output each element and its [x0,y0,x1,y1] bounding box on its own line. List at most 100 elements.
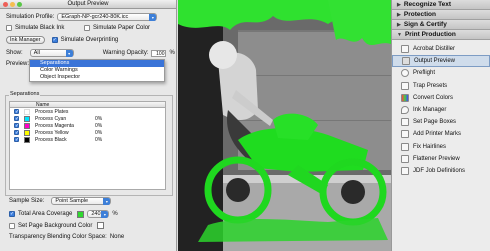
plate-checkbox[interactable] [14,116,19,122]
section-protection[interactable]: ▶ Protection [392,10,490,20]
preview-label: Preview: [6,61,30,67]
tool-convert-colors[interactable]: Convert Colors [392,92,490,104]
section-recognize-text[interactable]: ▶ Recognize Text [392,0,490,10]
chevron-down-icon: ▾ [103,198,111,205]
separations-label: Separations [9,91,41,97]
chevron-down-icon: ▾ [101,211,109,218]
chevron-down-icon: ▾ [65,50,73,57]
output-preview-icon [402,57,410,66]
set-page-bg-checkbox[interactable] [9,222,15,229]
tool-label: Set Page Boxes [413,119,457,126]
simulate-overprinting-label: Simulate Overprinting [60,37,119,43]
sample-size-label: Sample Size: [9,198,45,204]
chevron-down-icon: ▾ [149,14,157,21]
total-area-coverage-label: Total Area Coverage [18,211,73,217]
plate-name: Process Plates [35,108,69,115]
plate-swatch [24,122,30,129]
simulate-paper-color-checkbox[interactable] [84,25,90,31]
tool-label: Ink Manager [413,107,447,114]
ink-manager-icon [401,106,409,115]
distiller-icon [401,45,409,54]
plate-value: 0% [95,115,103,122]
plate-swatch [24,108,30,115]
tool-set-page-boxes[interactable]: Set Page Boxes [392,116,490,128]
separations-list[interactable]: Name Process Plates Process Cyan 0% Proc… [9,101,166,190]
simulate-paper-color-label: Simulate Paper Color [93,25,151,31]
tool-fix-hairlines[interactable]: Fix Hairlines [392,141,490,153]
warning-opacity-input[interactable]: 100 [151,49,167,57]
preflight-icon [401,69,409,78]
plate-name: Process Yellow [35,129,69,136]
warning-opacity-unit: % [169,50,175,56]
tac-value: 240 [91,211,101,217]
table-row[interactable]: Process Plates [10,108,165,115]
zoom-icon[interactable] [17,2,22,7]
preview-option-object-inspector[interactable]: Object Inspector [30,74,164,81]
trap-presets-icon [401,81,409,90]
tool-flattener-preview[interactable]: Flattener Preview [392,153,490,165]
output-preview-dialog: Output Preview Simulation Profile: EGrap… [0,0,177,251]
table-row[interactable]: Process Cyan 0% [10,115,165,122]
flattener-icon [401,154,409,163]
sample-size-select[interactable]: Point Sample ▾ [51,197,112,205]
tool-output-preview[interactable]: Output Preview [392,55,490,68]
section-sign-certify[interactable]: ▶ Sign & Certify [392,20,490,30]
section-label: Protection [403,10,437,18]
disclosure-triangle-icon: ▶ [397,1,401,8]
plate-checkbox[interactable] [14,130,19,136]
tool-ink-manager[interactable]: Ink Manager [392,104,490,116]
table-row[interactable]: Process Magenta 0% [10,122,165,129]
show-label: Show: [6,50,23,56]
preview-option-color-warnings[interactable]: Color Warnings [30,67,164,74]
dialog-titlebar: Output Preview [0,0,176,9]
close-icon[interactable] [3,2,8,7]
plate-value: 0% [95,136,103,143]
plate-checkbox[interactable] [14,109,19,115]
tool-acrobat-distiller[interactable]: Acrobat Distiller [392,43,490,55]
minimize-icon[interactable] [10,2,15,7]
plate-value: 0% [95,129,103,136]
disclosure-triangle-icon: ▼ [397,31,402,38]
simulate-overprinting-checkbox[interactable] [51,37,58,43]
transparency-value: None [109,234,125,240]
simulation-profile-select[interactable]: EGraph-NP-gcr240-80K.icc ▾ [57,13,158,21]
preview-option-separations[interactable]: Separations [30,60,164,67]
disclosure-triangle-icon: ▶ [397,11,401,18]
tool-add-printer-marks[interactable]: Add Printer Marks [392,128,490,140]
set-page-bg-label: Set Page Background Color [18,222,93,229]
plate-swatch [24,129,30,136]
tool-label: Convert Colors [413,94,454,101]
section-label: Print Production [404,30,456,38]
jdf-icon [401,166,409,175]
simulate-black-ink-checkbox[interactable] [6,25,12,31]
document-preview-image [178,0,391,251]
tool-label: Acrobat Distiller [413,46,456,53]
tac-select[interactable]: 240 ▾ [87,210,110,218]
motorcycle-photo [178,0,391,251]
simulate-black-ink-label: Simulate Black Ink [15,25,65,31]
total-area-coverage-checkbox[interactable] [9,211,15,217]
window-controls [3,2,22,7]
simulation-profile-label: Simulation Profile: [6,14,55,20]
table-row[interactable]: Process Yellow 0% [10,129,165,136]
tools-panel: ▶ Recognize Text ▶ Protection ▶ Sign & C… [391,0,490,251]
transparency-label: Transparency Blending Color Space: [9,234,107,240]
plate-name: Process Black [35,136,67,143]
plate-name: Process Cyan [35,115,67,122]
tool-label: JDF Job Definitions [413,167,466,174]
show-select[interactable]: All ▾ [29,49,74,57]
page-bg-swatch[interactable] [97,222,105,229]
hairlines-icon [401,142,409,151]
warning-opacity-label: Warning Opacity: [102,50,149,56]
section-label: Recognize Text [403,0,452,8]
ink-manager-button[interactable]: Ink Manager [6,36,45,44]
plate-checkbox[interactable] [14,137,19,143]
tool-jdf-job-definitions[interactable]: JDF Job Definitions [392,165,490,177]
tac-color-swatch[interactable] [77,210,85,218]
preview-dropdown-menu[interactable]: Separations Color Warnings Object Inspec… [29,59,165,82]
tool-trap-presets[interactable]: Trap Presets [392,80,490,92]
plate-checkbox[interactable] [14,123,19,129]
tool-preflight[interactable]: Preflight [392,67,490,79]
section-print-production[interactable]: ▼ Print Production [392,30,490,40]
table-row[interactable]: Process Black 0% [10,136,165,143]
